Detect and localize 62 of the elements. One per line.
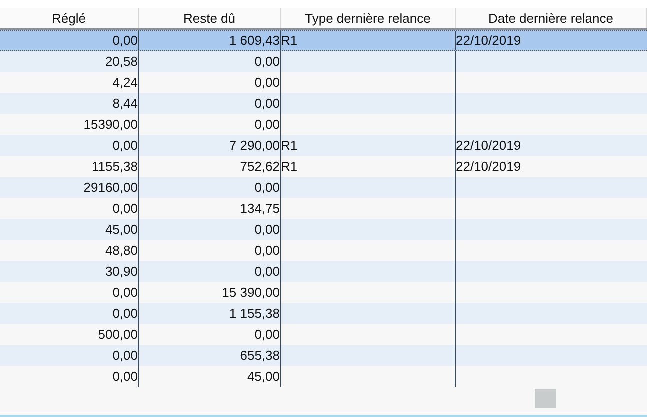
table-cell: 0,00 xyxy=(112,307,138,320)
table-row[interactable]: 15390,00 0,00 xyxy=(0,114,647,135)
table-cell: 22/10/2019 xyxy=(456,34,522,47)
table-row[interactable]: 0,00 1 155,38 xyxy=(0,303,647,324)
table-row[interactable]: 20,58 0,00 xyxy=(0,51,647,72)
table-cell: 0,00 xyxy=(112,370,138,383)
table-cell: 0,00 xyxy=(254,223,280,236)
table-cell: 752,62 xyxy=(240,160,280,173)
table-row[interactable]: 1155,38 752,62R1 22/10/2019 xyxy=(0,156,647,177)
table-row[interactable]: 0,00 15 390,00 xyxy=(0,282,647,303)
table-cell: 0,00 xyxy=(254,328,280,341)
table-cell: R1 xyxy=(281,160,298,173)
table-row[interactable]: 0,00 7 290,00R1 22/10/2019 xyxy=(0,135,647,156)
column-header[interactable]: Reste dû xyxy=(139,8,281,28)
table-cell: 29160,00 xyxy=(84,181,138,194)
table-cell: 655,38 xyxy=(240,349,280,362)
table-cell: 0,00 xyxy=(254,97,280,110)
table-cell: 1155,38 xyxy=(92,160,138,173)
table-cell: 0,00 xyxy=(112,139,138,152)
table-cell: 0,00 xyxy=(254,244,280,257)
column-header[interactable]: Réglé xyxy=(0,8,139,28)
table-cell: 0,00 xyxy=(112,286,138,299)
column-header[interactable]: Date dernière relance xyxy=(456,8,647,28)
table-cell: 22/10/2019 xyxy=(456,160,522,173)
table-cell: 15390,00 xyxy=(84,118,138,131)
table-cell: 48,80 xyxy=(105,244,138,257)
table-row[interactable]: 0,00 45,00 xyxy=(0,366,647,387)
table-row[interactable]: 30,90 0,00 xyxy=(0,261,647,282)
table-cell: 45,00 xyxy=(247,370,280,383)
table-cell: 1 609,43 xyxy=(229,34,280,47)
table-cell: 45,00 xyxy=(105,223,138,236)
table-row[interactable]: 0,00 1 609,43R1 22/10/2019 xyxy=(0,30,647,51)
table-cell: 0,00 xyxy=(254,118,280,131)
table-cell: 15 390,00 xyxy=(222,286,280,299)
table-cell: R1 xyxy=(281,139,298,152)
table-row[interactable]: 48,80 0,00 xyxy=(0,240,647,261)
table-row[interactable]: 4,24 0,00 xyxy=(0,72,647,93)
table-cell: 0,00 xyxy=(254,76,280,89)
table-cell: 4,24 xyxy=(112,76,138,89)
column-header[interactable]: Type dernière relance xyxy=(281,8,456,28)
table-cell: 0,00 xyxy=(254,55,280,68)
table-row[interactable]: 45,00 0,00 xyxy=(0,219,647,240)
table-cell: 0,00 xyxy=(112,349,138,362)
table-cell: 0,00 xyxy=(254,265,280,278)
table-cell: R1 xyxy=(281,34,298,47)
table-cell: 0,00 xyxy=(254,181,280,194)
table-row[interactable]: 0,00 134,75 xyxy=(0,198,647,219)
table-row[interactable]: 0,00 655,38 xyxy=(0,345,647,366)
table-cell: 500,00 xyxy=(98,328,138,341)
table-cell: 22/10/2019 xyxy=(456,139,522,152)
table-cell: 1 155,38 xyxy=(229,307,280,320)
table-cell: 7 290,00 xyxy=(229,139,280,152)
table-cell: 8,44 xyxy=(112,97,138,110)
table-row[interactable]: 8,44 0,00 xyxy=(0,93,647,114)
table-cell: 20,58 xyxy=(105,55,138,68)
table-cell: 30,90 xyxy=(105,265,138,278)
table-cell: 134,75 xyxy=(240,202,280,215)
table-cell: 0,00 xyxy=(112,34,138,47)
scrollbar-thumb[interactable] xyxy=(535,389,556,408)
table-row[interactable]: 500,00 0,00 xyxy=(0,324,647,345)
table-cell: 0,00 xyxy=(112,202,138,215)
table-row[interactable]: 29160,00 0,00 xyxy=(0,177,647,198)
